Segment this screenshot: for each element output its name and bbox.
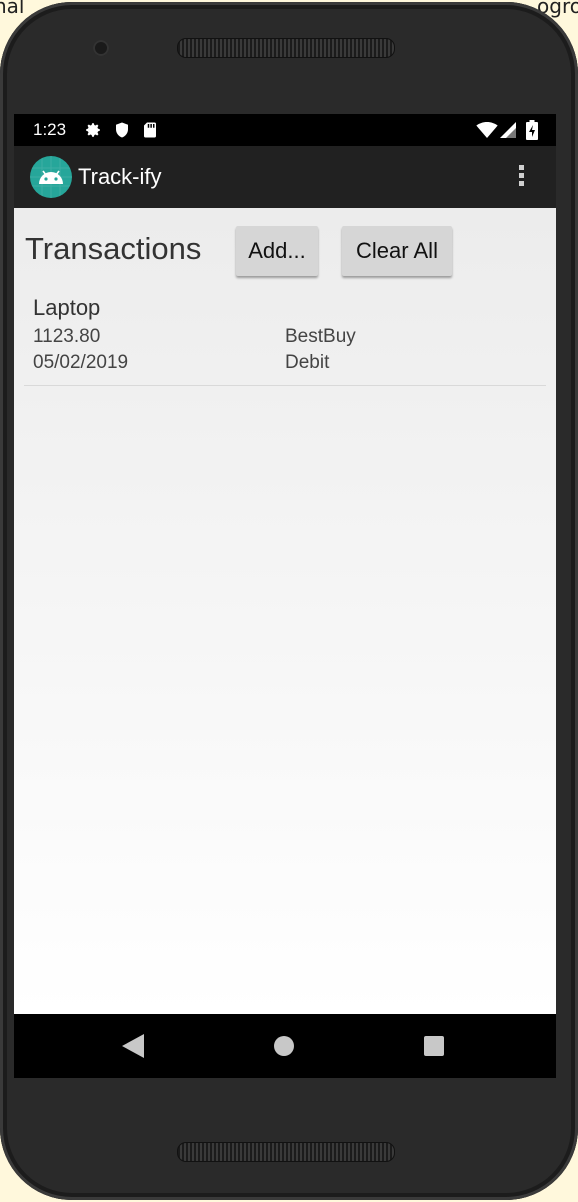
status-bar: 1:23 [14, 114, 556, 146]
wifi-icon [476, 122, 498, 138]
background-text-fragment-left: nal [0, 0, 25, 18]
more-vert-dot [518, 181, 524, 186]
phone-frame: 1:23 Track-ify Transactions Add... Clear… [0, 2, 578, 1200]
back-triangle-icon[interactable] [122, 1034, 144, 1058]
more-vert-dot [518, 173, 524, 178]
transaction-date: 05/02/2019 [33, 352, 129, 373]
page-title: Transactions [25, 231, 202, 266]
app-logo [30, 156, 72, 198]
status-time: 1:23 [33, 120, 67, 139]
shield-icon [116, 122, 128, 138]
home-circle-icon[interactable] [274, 1036, 294, 1056]
front-camera [93, 40, 109, 56]
transaction-vendor: BestBuy [285, 326, 356, 347]
device-screen: 1:23 Track-ify Transactions Add... Clear… [14, 114, 556, 1078]
android-icon [30, 156, 72, 198]
battery-icon [526, 120, 538, 140]
transaction-list: Laptop 1123.80 05/02/2019 BestBuy Debit [24, 288, 546, 386]
add-button[interactable]: Add... [236, 226, 318, 276]
app-title: Track-ify [78, 164, 162, 189]
transaction-name: Laptop [33, 295, 101, 320]
gear-icon [86, 123, 100, 137]
bottom-speaker [177, 1142, 395, 1162]
app-bar: Track-ify [14, 146, 556, 208]
clear-all-button[interactable]: Clear All [342, 226, 452, 276]
signal-icon [500, 122, 516, 138]
navigation-bar [14, 1014, 556, 1078]
more-vert-icon [518, 165, 524, 170]
recents-square-icon[interactable] [424, 1036, 444, 1056]
overflow-menu-button[interactable] [506, 162, 536, 192]
transaction-item[interactable]: Laptop 1123.80 05/02/2019 BestBuy Debit [24, 288, 546, 386]
sd-card-icon [144, 122, 156, 138]
transaction-amount: 1123.80 [33, 326, 101, 347]
main-content: Transactions Add... Clear All Laptop 112… [14, 208, 556, 1014]
earpiece-speaker [177, 38, 395, 58]
transaction-type: Debit [285, 352, 330, 373]
